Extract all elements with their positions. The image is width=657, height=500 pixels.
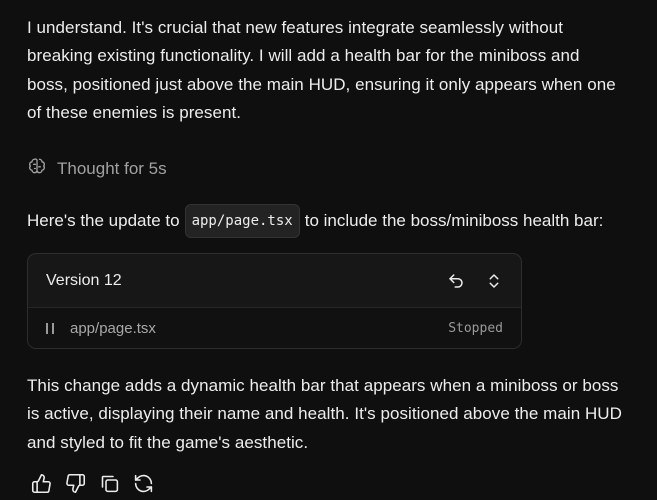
thumbs-up-icon[interactable] xyxy=(31,473,52,494)
version-file: app/page.tsx xyxy=(46,320,156,337)
inline-code-filename: app/page.tsx xyxy=(184,204,300,238)
refresh-icon[interactable] xyxy=(133,473,154,494)
update-intro: Here's the update to app/page.tsx to inc… xyxy=(27,204,603,238)
intro-text-after: to include the boss/miniboss health bar: xyxy=(304,211,604,230)
text-line: of these enemies is present. xyxy=(27,103,242,123)
text-line: This change adds a dynamic health bar th… xyxy=(27,376,619,395)
status-badge: Stopped xyxy=(448,321,503,336)
text-line: boss, positioned just above the main HUD… xyxy=(27,74,616,94)
text-line: is active, displaying their name and hea… xyxy=(27,404,622,424)
assistant-message-top: I understand. It's crucial that new feat… xyxy=(27,14,657,128)
thought-label: Thought for 5s xyxy=(57,158,167,178)
text-line: I understand. It's crucial that new feat… xyxy=(27,18,564,37)
version-card-header: Version 12 xyxy=(28,254,521,308)
thumbs-down-icon[interactable] xyxy=(65,473,86,494)
intro-text-before: Here's the update to xyxy=(27,211,180,230)
chevron-updown-icon[interactable] xyxy=(485,272,503,290)
version-title: Version 12 xyxy=(46,271,122,289)
response-paragraph-1: I understand. It's crucial that new feat… xyxy=(27,14,657,128)
message-actions xyxy=(31,473,154,494)
text-line: breaking existing functionality. I will … xyxy=(27,46,580,66)
copy-icon[interactable] xyxy=(99,473,120,494)
thought-toggle[interactable]: Thought for 5s xyxy=(27,156,167,181)
version-actions xyxy=(447,272,503,290)
undo-icon[interactable] xyxy=(447,272,465,290)
version-file-row[interactable]: app/page.tsx Stopped xyxy=(28,308,521,348)
text-line: and styled to fit the game's aesthetic. xyxy=(27,432,309,452)
version-file-name: app/page.tsx xyxy=(70,320,156,337)
brain-icon xyxy=(27,156,47,181)
version-card[interactable]: Version 12 app/page.tsx Stopped xyxy=(27,253,522,349)
response-paragraph-2: This change adds a dynamic health bar th… xyxy=(27,372,657,457)
pause-icon xyxy=(46,323,54,334)
